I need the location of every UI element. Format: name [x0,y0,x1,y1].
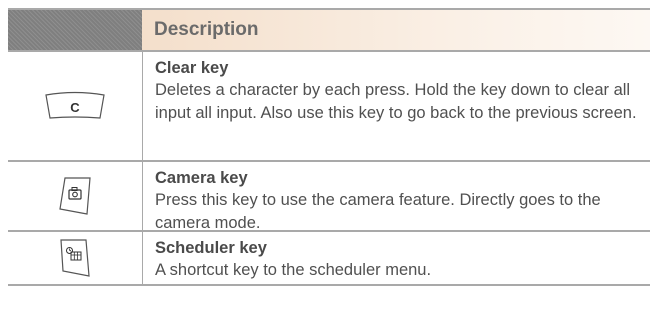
scheduler-key-icon [60,239,90,277]
key-description-table: Description C Clear key Deletes a charac… [8,8,650,286]
key-description: Press this key to use the camera feature… [155,191,601,232]
table-row: C Clear key Deletes a character by each … [8,50,650,160]
key-name: Camera key [155,169,248,187]
key-description: A shortcut key to the scheduler menu. [155,261,432,279]
description-cell: Clear key Deletes a character by each pr… [143,52,650,160]
key-cell [8,232,143,284]
key-cell: C [8,52,143,160]
header-key-cell [8,10,142,50]
table-header: Description [8,10,650,50]
key-name: Clear key [155,59,229,77]
table-row: Scheduler key A shortcut key to the sche… [8,230,650,286]
description-cell: Scheduler key A shortcut key to the sche… [143,232,650,284]
svg-text:C: C [70,100,80,115]
key-cell [8,162,143,230]
key-name: Scheduler key [155,239,267,257]
table-row: Camera key Press this key to use the cam… [8,160,650,232]
camera-key-icon [59,177,91,215]
description-cell: Camera key Press this key to use the cam… [143,162,650,232]
header-description: Description [142,10,650,50]
key-description: Deletes a character by each press. Hold … [155,81,637,122]
clear-key-icon: C [45,91,105,119]
